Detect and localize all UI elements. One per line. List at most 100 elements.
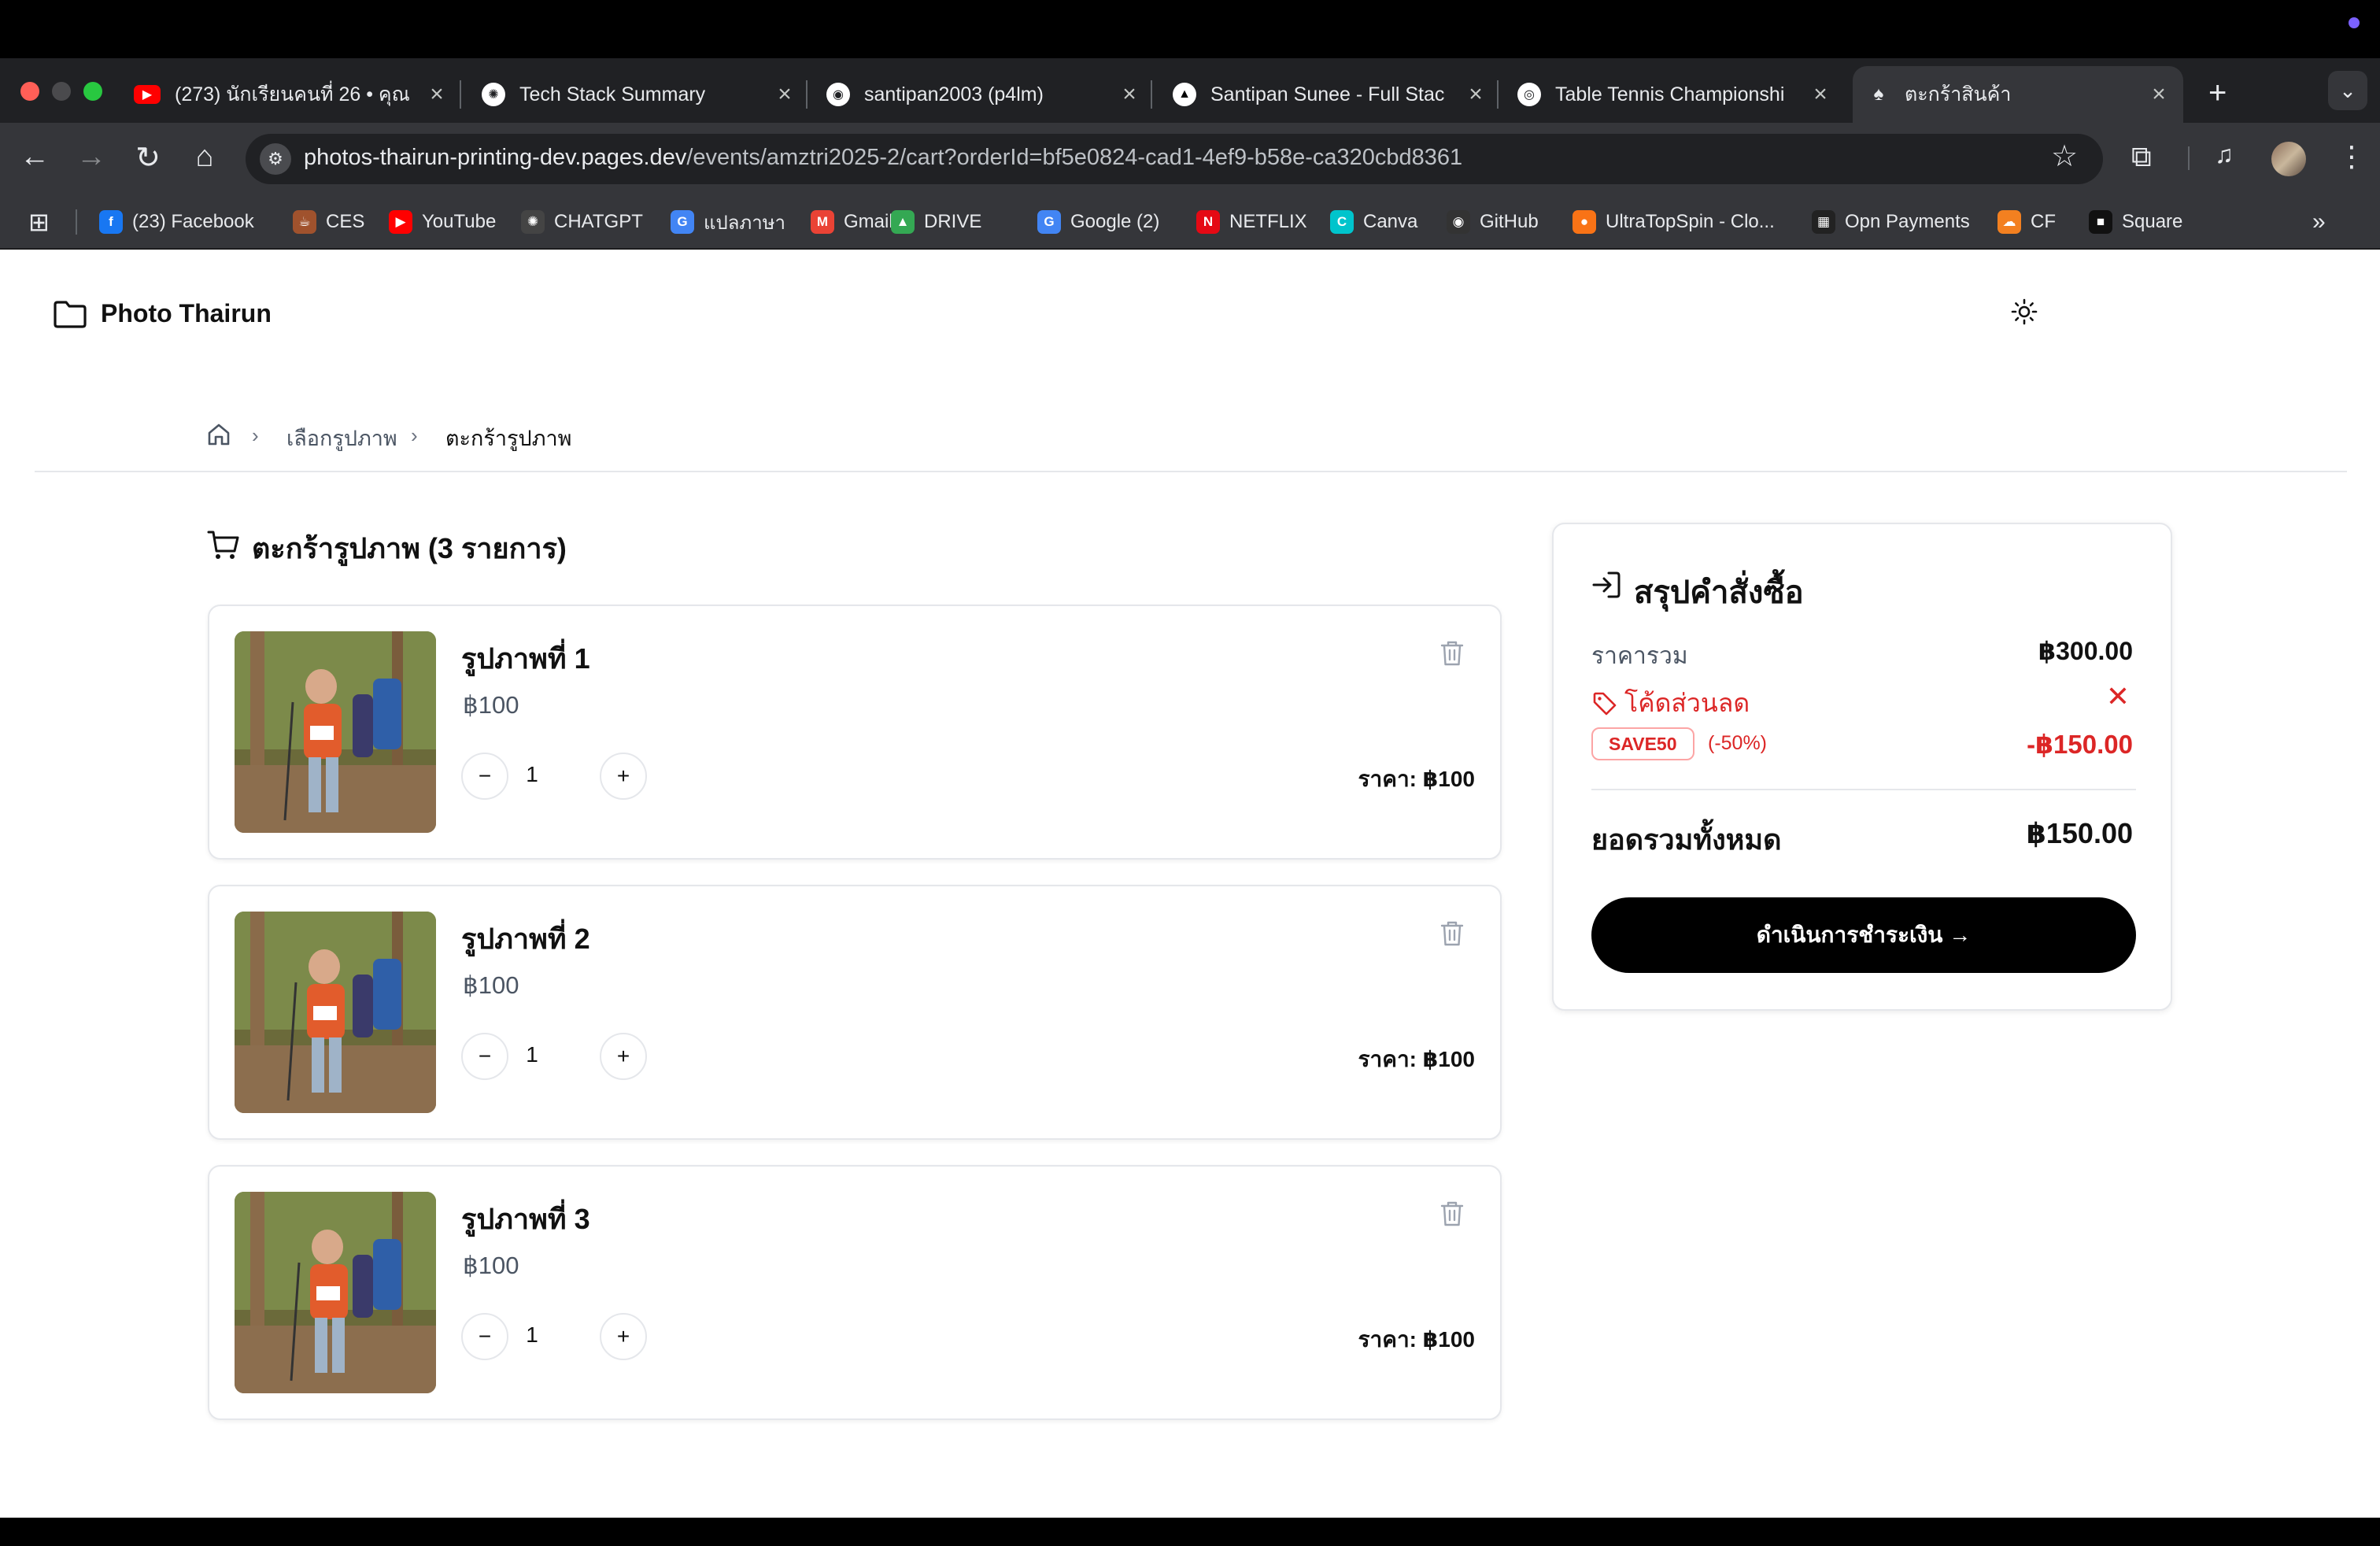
extensions-icon[interactable]: ⧉: [2131, 140, 2152, 174]
bookmark-separator: [76, 209, 77, 235]
bookmark-icon: G: [671, 210, 694, 234]
bookmark-item[interactable]: ☁ CF: [1998, 206, 2056, 238]
photo-thumbnail[interactable]: [235, 1192, 436, 1393]
bookmark-item[interactable]: C Canva: [1330, 206, 1417, 238]
cart-icon: [207, 531, 239, 559]
toolbar-separator: [2188, 146, 2190, 170]
url-text[interactable]: photos-thairun-printing-dev.pages.dev/ev…: [304, 145, 1462, 171]
back-button[interactable]: ←: [16, 140, 54, 174]
bookmark-item[interactable]: ● UltraTopSpin - Clo...: [1572, 206, 1775, 238]
close-tab-icon[interactable]: ×: [1809, 81, 1832, 108]
discount-percent: (-50%): [1708, 732, 1768, 754]
close-tab-icon[interactable]: ×: [1118, 81, 1141, 108]
increase-quantity-button[interactable]: +: [600, 1313, 647, 1360]
home-button[interactable]: ⌂: [186, 140, 224, 174]
brand-name[interactable]: Photo Thairun: [101, 299, 272, 328]
bookmark-label: Square: [2122, 211, 2183, 232]
bookmark-label: Gmail: [844, 211, 893, 232]
bookmark-label: CES: [326, 211, 365, 232]
youtube-icon: ▶: [134, 85, 161, 104]
media-controls-icon[interactable]: ♫: [2215, 140, 2234, 169]
bookmark-label: แปลภาษา: [704, 212, 786, 234]
tab-separator: [1151, 80, 1152, 109]
maximize-window-button[interactable]: [83, 82, 102, 101]
quantity-value: 1: [526, 1042, 538, 1067]
triangle-icon: ▲: [1173, 83, 1196, 106]
forward-button[interactable]: →: [72, 140, 110, 174]
bookmark-label: DRIVE: [924, 211, 982, 232]
bookmark-item[interactable]: ▦ Opn Payments: [1812, 206, 1970, 238]
close-tab-icon[interactable]: ×: [1464, 81, 1488, 108]
folder-icon[interactable]: [52, 298, 88, 329]
close-tab-icon[interactable]: ×: [2147, 81, 2171, 108]
bookmark-label: (23) Facebook: [132, 211, 254, 232]
remove-discount-icon[interactable]: ✕: [2106, 680, 2130, 713]
photo-name: รูปภาพที่ 2: [461, 923, 590, 955]
bookmark-item[interactable]: ✺ CHATGPT: [521, 206, 643, 238]
browser-tab[interactable]: ◎ Table Tennis Championshi ×: [1517, 66, 1832, 123]
discount-label-row: โค้ดส่วนลด: [1591, 683, 1750, 723]
breadcrumb-home-icon[interactable]: [206, 422, 231, 447]
tab-search-button[interactable]: ⌄: [2328, 71, 2367, 110]
bookmark-item[interactable]: ▲ DRIVE: [891, 206, 981, 238]
close-window-button[interactable]: [20, 82, 39, 101]
bookmark-label: CF: [2031, 211, 2056, 232]
trash-icon[interactable]: [1439, 919, 1465, 948]
breadcrumb-current: ตะกร้ารูปภาพ: [445, 427, 572, 450]
close-tab-icon[interactable]: ×: [425, 81, 449, 108]
bookmark-item[interactable]: ■ Square: [2089, 206, 2182, 238]
browser-tab[interactable]: ▲ Santipan Sunee - Full Stac ×: [1173, 66, 1488, 123]
bookmark-icon: M: [811, 210, 834, 234]
bookmark-item[interactable]: f (23) Facebook: [99, 206, 254, 238]
bookmark-item[interactable]: ▶ YouTube: [389, 206, 496, 238]
quantity-value: 1: [526, 1322, 538, 1347]
bookmark-item[interactable]: M Gmail: [811, 206, 893, 238]
new-tab-button[interactable]: +: [2208, 76, 2227, 111]
decrease-quantity-button[interactable]: −: [461, 1033, 508, 1080]
profile-avatar[interactable]: [2271, 142, 2306, 176]
ping-pong-icon: ◎: [1517, 83, 1541, 106]
grand-total-value: ฿150.00: [2026, 817, 2133, 849]
bookmark-label: GitHub: [1480, 211, 1539, 232]
trash-icon[interactable]: [1439, 1200, 1465, 1228]
summary-title: สรุปคำสั่งซื้อ: [1634, 575, 1804, 610]
theme-toggle-sun-icon[interactable]: [2010, 298, 2038, 326]
checkout-button[interactable]: ดำเนินการชำระเงิน →: [1591, 897, 2136, 973]
bookmark-item[interactable]: ☕ CES: [293, 206, 364, 238]
bookmark-star-icon[interactable]: ☆: [2051, 139, 2078, 174]
subtotal-value: ฿300.00: [2038, 637, 2133, 665]
minimize-window-button[interactable]: [52, 82, 71, 101]
site-settings-icon[interactable]: ⚙: [260, 143, 291, 175]
bookmark-item[interactable]: ◉ GitHub: [1447, 206, 1539, 238]
apps-grid-icon[interactable]: ⊞: [28, 206, 50, 238]
browser-tab[interactable]: ✺ Tech Stack Summary ×: [482, 66, 796, 123]
line-total: ราคา: ฿100: [1358, 1327, 1475, 1352]
decrease-quantity-button[interactable]: −: [461, 753, 508, 800]
trash-icon[interactable]: [1439, 639, 1465, 668]
menu-kebab-icon[interactable]: ⋮: [2338, 140, 2366, 173]
decrease-quantity-button[interactable]: −: [461, 1313, 508, 1360]
more-bookmarks-button[interactable]: »: [2312, 206, 2326, 238]
photo-thumbnail[interactable]: [235, 912, 436, 1113]
url-path: /events/amztri2025-2/cart?orderId=bf5e08…: [686, 145, 1463, 170]
discount-value: -฿150.00: [2027, 730, 2133, 759]
photo-thumbnail[interactable]: [235, 631, 436, 833]
photo-price: ฿100: [463, 691, 519, 719]
bookmark-item[interactable]: G Google (2): [1037, 206, 1159, 238]
browser-tab-active[interactable]: ♠ ตะกร้าสินค้า ×: [1853, 66, 2183, 123]
bookmark-icon: ▲: [891, 210, 915, 234]
increase-quantity-button[interactable]: +: [600, 753, 647, 800]
reload-button[interactable]: ↻: [129, 140, 167, 176]
tab-title: Tech Stack Summary: [519, 83, 706, 105]
breadcrumb-link[interactable]: เลือกรูปภาพ: [286, 421, 397, 455]
browser-tab[interactable]: ▶ (273) นักเรียนคนที่ 26 • คุณ ×: [134, 66, 449, 123]
bookmark-item[interactable]: N NETFLIX: [1196, 206, 1307, 238]
photo-price: ฿100: [463, 1252, 519, 1279]
footer-bar: [0, 1519, 2380, 1546]
bookmark-item[interactable]: G แปลภาษา: [671, 206, 785, 238]
browser-tab[interactable]: ◉ santipan2003 (p4lm) ×: [826, 66, 1141, 123]
openai-icon: ✺: [482, 83, 505, 106]
increase-quantity-button[interactable]: +: [600, 1033, 647, 1080]
close-tab-icon[interactable]: ×: [773, 81, 796, 108]
order-summary-card: สรุปคำสั่งซื้อ ราคารวม ฿300.00 โค้ดส่วนล…: [1552, 523, 2172, 1011]
